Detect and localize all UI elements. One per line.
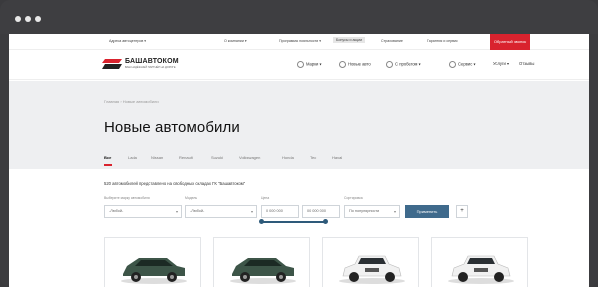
nav-reviews[interactable]: Отзывы xyxy=(519,61,534,66)
active-tab-indicator xyxy=(104,164,112,166)
callback-button[interactable]: Обратный звонок xyxy=(490,34,530,50)
brand-filter-label: Выберите марку автомобиля xyxy=(104,196,150,200)
model-filter-label: Модель xyxy=(185,196,198,200)
web-page: Адреса автоцентров ▾ О компании ▾ Програ… xyxy=(9,34,589,287)
util-insurance-link[interactable]: Страхование xyxy=(381,39,403,43)
model-select-value: -Любой- xyxy=(190,209,205,213)
tab-lada[interactable]: Lada xyxy=(128,155,137,160)
nav-new-cars-label: Новые авто xyxy=(348,61,371,67)
tab-suzuki[interactable]: Suzuki xyxy=(211,155,223,160)
price-slider-min-handle[interactable] xyxy=(259,219,264,224)
nav-used-cars-label: С пробегом ▾ xyxy=(395,61,421,67)
key-icon xyxy=(339,61,346,68)
price-filter-label: Цена xyxy=(261,196,270,200)
price-from-input[interactable]: 0 000 000 xyxy=(261,205,299,218)
window-maximize-dot[interactable] xyxy=(35,16,41,22)
tab-renault[interactable]: Renault xyxy=(179,155,193,160)
nav-new-cars[interactable]: Новые авто xyxy=(339,61,371,68)
price-to-input[interactable]: 00 000 000 xyxy=(302,205,340,218)
window-minimize-dot[interactable] xyxy=(25,16,31,22)
price-slider-track[interactable] xyxy=(261,221,325,223)
results-count: 520 автомобилей представлено на свободны… xyxy=(104,181,246,186)
window-close-dot[interactable] xyxy=(15,16,21,22)
util-bonus-link[interactable]: Бонусы и акции xyxy=(333,37,366,43)
page-title: Новые автомобили xyxy=(104,119,240,136)
car-card[interactable] xyxy=(322,237,419,287)
tab-nissan[interactable]: Nissan xyxy=(151,155,163,160)
util-about-link[interactable]: О компании ▾ xyxy=(224,39,247,43)
car-image xyxy=(448,255,514,284)
nav-brands-label: Марки ▾ xyxy=(306,61,322,67)
more-filters-button[interactable]: + xyxy=(456,205,468,218)
util-addresses-link[interactable]: Адреса автоцентров ▾ xyxy=(109,39,146,43)
wrench-icon xyxy=(449,61,456,68)
chevron-down-icon: ▾ xyxy=(175,209,178,214)
logo-text: БАШАВТОКОМ xyxy=(125,58,179,65)
browser-window: Адреса автоцентров ▾ О компании ▾ Програ… xyxy=(0,0,598,287)
breadcrumb[interactable]: Главная › Новые автомобили xyxy=(104,99,159,104)
util-loyalty-link[interactable]: Программа лояльности ▾ xyxy=(279,39,321,43)
speedometer-icon xyxy=(386,61,393,68)
page-hero: Главная › Новые автомобили Новые автомоб… xyxy=(9,81,589,169)
nav-service-label: Сервис ▾ xyxy=(458,61,476,67)
utility-bar: Адреса автоцентров ▾ О компании ▾ Програ… xyxy=(9,34,589,50)
nav-used-cars[interactable]: С пробегом ▾ xyxy=(386,61,421,68)
car-card[interactable] xyxy=(213,237,310,287)
brand-select[interactable]: -Любой- ▾ xyxy=(104,205,182,218)
util-warranty-link[interactable]: Гарантия и сервис xyxy=(427,39,458,43)
brand-select-value: -Любой- xyxy=(109,209,124,213)
car-icon xyxy=(297,61,304,68)
apply-filters-button[interactable]: Применить xyxy=(405,205,449,218)
car-image xyxy=(339,255,405,284)
tab-tec[interactable]: Tec xyxy=(310,155,316,160)
site-logo[interactable]: БАШАВТОКОМ ВАШ НАДЁЖНЫЙ ПАРТНЁР НА ДОРОГ… xyxy=(102,58,202,72)
logo-subtitle: ВАШ НАДЁЖНЫЙ ПАРТНЁР НА ДОРОГЕ xyxy=(125,66,176,69)
car-image xyxy=(230,258,296,284)
tab-haval[interactable]: Haval xyxy=(332,155,342,160)
price-slider-max-handle[interactable] xyxy=(323,219,328,224)
nav-services[interactable]: Услуги ▾ xyxy=(493,61,509,66)
main-navigation: БАШАВТОКОМ ВАШ НАДЁЖНЫЙ ПАРТНЁР НА ДОРОГ… xyxy=(9,50,589,80)
car-image xyxy=(121,258,187,284)
nav-brands[interactable]: Марки ▾ xyxy=(297,61,322,68)
nav-service[interactable]: Сервис ▾ xyxy=(449,61,476,68)
chevron-down-icon: ▾ xyxy=(393,209,396,214)
sort-select-value: По популярности xyxy=(349,209,380,213)
model-select[interactable]: -Любой- ▾ xyxy=(185,205,257,218)
browser-titlebar xyxy=(0,0,598,34)
chevron-down-icon: ▾ xyxy=(250,209,253,214)
logo-mark-icon xyxy=(102,59,122,69)
sort-select[interactable]: По популярности ▾ xyxy=(344,205,400,218)
tab-all[interactable]: Все xyxy=(104,155,111,160)
sort-filter-label: Сортировка xyxy=(344,196,363,200)
car-card[interactable] xyxy=(104,237,201,287)
tab-honda[interactable]: Honda xyxy=(282,155,294,160)
tab-volkswagen[interactable]: Volkswagen xyxy=(239,155,260,160)
car-card[interactable] xyxy=(431,237,528,287)
